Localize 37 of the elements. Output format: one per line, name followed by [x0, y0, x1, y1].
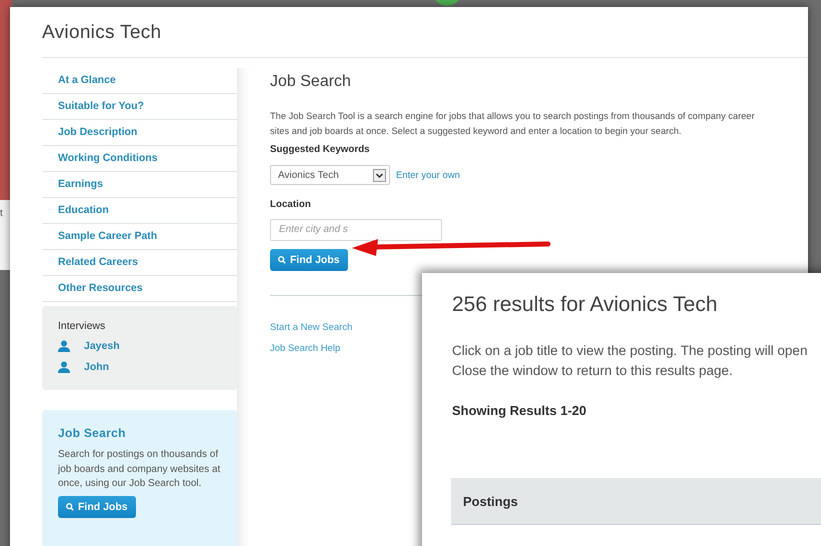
sidebar-link[interactable]: Suitable for You? — [42, 94, 237, 120]
sidebar-link[interactable]: Sample Career Path — [42, 224, 237, 250]
search-icon — [66, 502, 74, 510]
page-title: Avionics Tech — [42, 22, 162, 44]
panel-heading: Job Search — [58, 426, 127, 440]
keyword-dropdown[interactable]: Avionics Tech — [270, 165, 390, 185]
section-heading: Job Search — [270, 73, 352, 91]
enter-own-link[interactable]: Enter your own — [396, 170, 460, 180]
help-link[interactable]: Job Search Help — [270, 343, 340, 354]
location-field[interactable]: Enter city and s — [270, 219, 442, 241]
interview-link[interactable]: John — [84, 361, 110, 373]
showing-count: Showing Results 1-20 — [452, 403, 588, 418]
sidebar-link[interactable]: Job Description — [42, 120, 237, 146]
sidebar-link[interactable]: Earnings — [42, 172, 237, 198]
help-link[interactable]: Start a New Search — [270, 322, 352, 333]
interview-link[interactable]: Jayesh — [84, 340, 120, 352]
search-icon — [278, 256, 286, 264]
intro-text: The Job Search Tool is a search engine for jobs that allows you to search postings from thousands of company career sites and job boards at once. Select a suggested keyword and enter a location to begin your search. — [270, 110, 756, 138]
field-label: Location — [270, 199, 312, 210]
results-text: Click on a job title to view the posting. The posting will open — [452, 342, 808, 360]
column-heading: Postings — [463, 494, 518, 508]
sidebar-link[interactable]: Working Conditions — [42, 146, 237, 172]
find-jobs-button[interactable]: Find Jobs — [58, 496, 136, 518]
sidebar-link[interactable]: At a Glance — [42, 68, 237, 94]
find-jobs-button[interactable]: Find Jobs — [270, 249, 348, 271]
text-fragment: t — [0, 208, 3, 219]
sidebar-link[interactable]: Related Careers — [42, 250, 237, 276]
sidebar-link[interactable]: Other Resources — [42, 276, 237, 302]
panel-text: Search for postings on thousands of job boards and company websites at once, using our Job Search tool. — [58, 448, 221, 491]
field-label: Suggested Keywords — [270, 144, 371, 155]
results-text: Close the window to return to this results page. — [452, 362, 734, 380]
caret-icon — [373, 168, 386, 182]
results-title: 256 results for Avionics Tech — [452, 293, 718, 317]
person-icon — [58, 340, 70, 352]
person-icon — [58, 361, 70, 373]
interviews-heading: Interviews — [58, 320, 106, 332]
sidebar-link[interactable]: Education — [42, 198, 237, 224]
